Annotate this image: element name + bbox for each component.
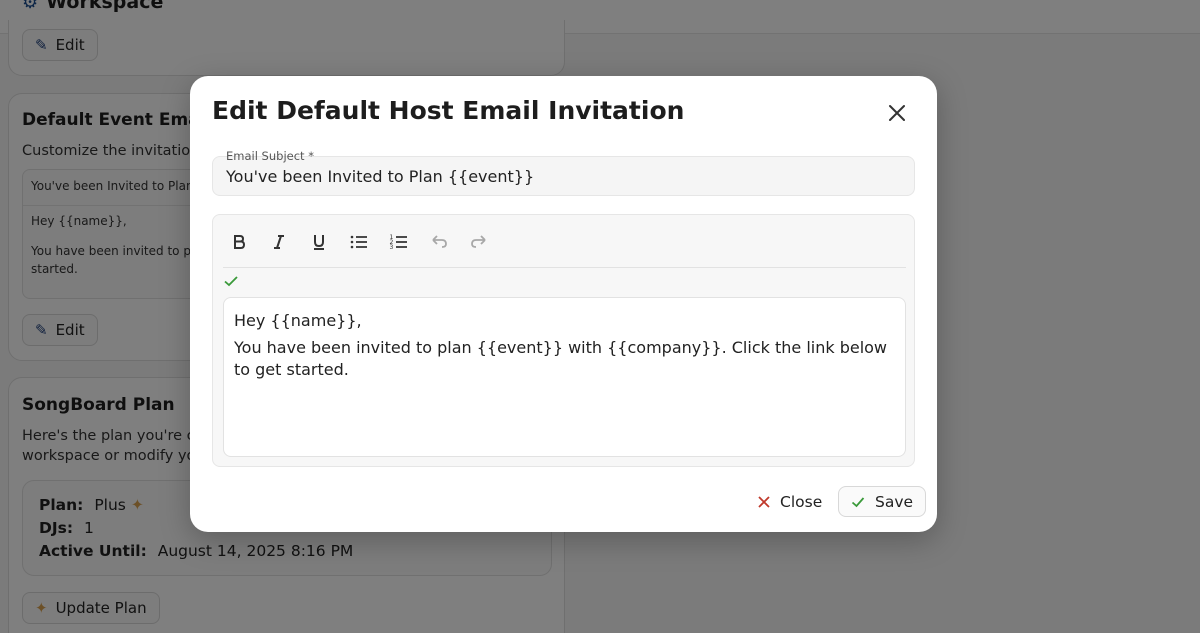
check-icon [223, 273, 239, 289]
save-label: Save [875, 492, 914, 511]
close-label: Close [780, 492, 823, 511]
close-button[interactable]: Close [746, 486, 834, 517]
italic-icon[interactable] [266, 229, 292, 255]
numbered-list-icon[interactable]: 123 [386, 229, 412, 255]
edit-email-modal: Edit Default Host Email Invitation Email… [190, 76, 937, 532]
bullet-list-icon[interactable] [346, 229, 372, 255]
rich-text-editor: 123 Hey {{name}}, You have been invited … [212, 214, 915, 467]
svg-text:3: 3 [390, 244, 394, 251]
redo-icon[interactable] [466, 229, 492, 255]
editor-toolbar: 123 [223, 215, 906, 268]
email-subject-field[interactable]: Email Subject * You've been Invited to P… [212, 149, 915, 196]
undo-icon[interactable] [426, 229, 452, 255]
bold-icon[interactable] [226, 229, 252, 255]
underline-icon[interactable] [306, 229, 332, 255]
body-text: You have been invited to plan {{event}} … [234, 338, 888, 379]
email-body-editor[interactable]: Hey {{name}}, You have been invited to p… [223, 297, 906, 457]
body-greeting: Hey {{name}}, [234, 311, 362, 330]
email-subject-input[interactable]: You've been Invited to Plan {{event}} [226, 167, 534, 186]
check-icon [851, 496, 865, 507]
close-x-icon [758, 495, 770, 508]
close-icon[interactable] [884, 100, 910, 126]
modal-title: Edit Default Host Email Invitation [212, 96, 685, 125]
save-button[interactable]: Save [838, 486, 927, 517]
email-subject-label: Email Subject * [226, 149, 314, 163]
